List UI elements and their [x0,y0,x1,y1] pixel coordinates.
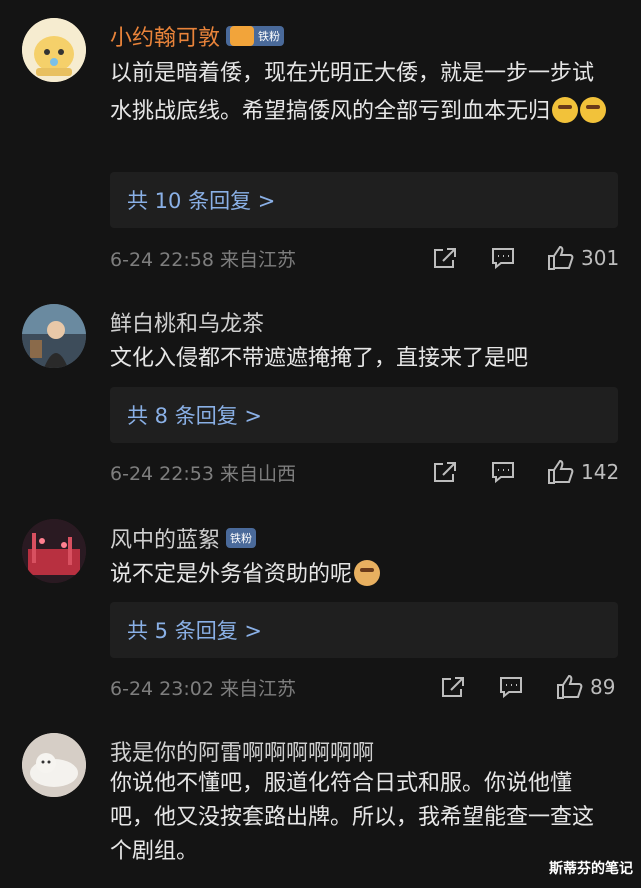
comment-text-body: 你说他不懂吧，服道化符合日式和服。你说他懂吧，他又没按套路出牌。所以，我希望能查… [110,771,595,864]
comment-button[interactable] [490,460,516,484]
username[interactable]: 风中的蓝絮 [110,522,220,554]
replies-link[interactable]: 共 8 条回复 > [110,387,618,443]
comment-icon [500,677,522,699]
username[interactable]: 鲜白桃和乌龙茶 [110,306,264,338]
comment-button[interactable] [490,246,516,270]
emoji-icon [580,97,607,123]
username[interactable]: 我是你的阿雷啊啊啊啊啊啊 [110,735,374,767]
comment-text: 说不定是外务省资助的呢 [110,556,610,594]
comment-meta: 6-24 22:58 来自江苏 301 [110,243,620,273]
like-count: 89 [590,675,616,699]
replies-link[interactable]: 共 5 条回复 > [110,602,618,658]
avatar[interactable] [22,733,86,797]
watermark: 斯蒂芬的笔记 [549,861,633,877]
share-button[interactable] [440,675,466,699]
replies-label: 共 5 条回复 > [127,619,262,643]
username[interactable]: 小约翰可敦 [110,20,220,52]
share-button[interactable] [432,246,458,270]
replies-link[interactable]: 共 10 条回复 > [110,172,618,228]
comment-text-body: 文化入侵都不带遮遮掩掩了，直接来了是吧 [110,346,529,371]
comment-meta: 6-24 22:53 来自山西 142 [110,457,620,487]
like-button[interactable]: 301 [547,245,619,271]
comment-icon [492,462,514,484]
thumbs-up-icon [557,674,583,699]
comment-meta: 6-24 23:02 来自江苏 89 [110,672,620,702]
comment-text: 以前是暗着倭，现在光明正大倭，就是一步一步试水挑战底线。希望搞倭风的全部亏到血本… [110,55,610,131]
like-count: 142 [581,460,620,484]
share-icon [434,462,456,482]
comment-button[interactable] [498,675,524,699]
doge-emoji-icon [354,560,381,586]
crown-icon [230,26,255,46]
share-button[interactable] [432,460,458,484]
fan-badge-label: 铁粉 [230,532,253,545]
like-button[interactable]: 89 [556,674,615,700]
timestamp: 6-24 23:02 来自江苏 [110,677,296,700]
avatar[interactable] [22,519,86,583]
thumbs-up-icon [548,459,574,484]
comment-text: 你说他不懂吧，服道化符合日式和服。你说他懂吧，他又没按套路出牌。所以，我希望能查… [110,767,610,869]
fan-badge: 铁粉 [226,26,285,46]
comment-text: 文化入侵都不带遮遮掩掩了，直接来了是吧 [110,340,610,378]
thumbs-up-icon [548,245,574,270]
fan-badge-label: 铁粉 [258,30,281,43]
replies-label: 共 10 条回复 > [127,189,276,213]
like-count: 301 [581,246,620,270]
comment-icon [492,248,514,270]
replies-label: 共 8 条回复 > [127,404,262,428]
share-icon [442,677,464,697]
fan-badge: 铁粉 [226,528,257,548]
like-button[interactable]: 142 [547,459,619,485]
share-icon [434,248,456,268]
timestamp: 6-24 22:58 来自江苏 [110,248,296,271]
comment-text-body: 以前是暗着倭，现在光明正大倭，就是一步一步试水挑战底线。希望搞倭风的全部亏到血本… [110,61,595,124]
timestamp: 6-24 22:53 来自山西 [110,462,296,485]
emoji-icon [552,97,579,123]
avatar[interactable] [22,304,86,368]
avatar[interactable] [22,18,86,82]
comment-text-body: 说不定是外务省资助的呢 [110,562,353,587]
